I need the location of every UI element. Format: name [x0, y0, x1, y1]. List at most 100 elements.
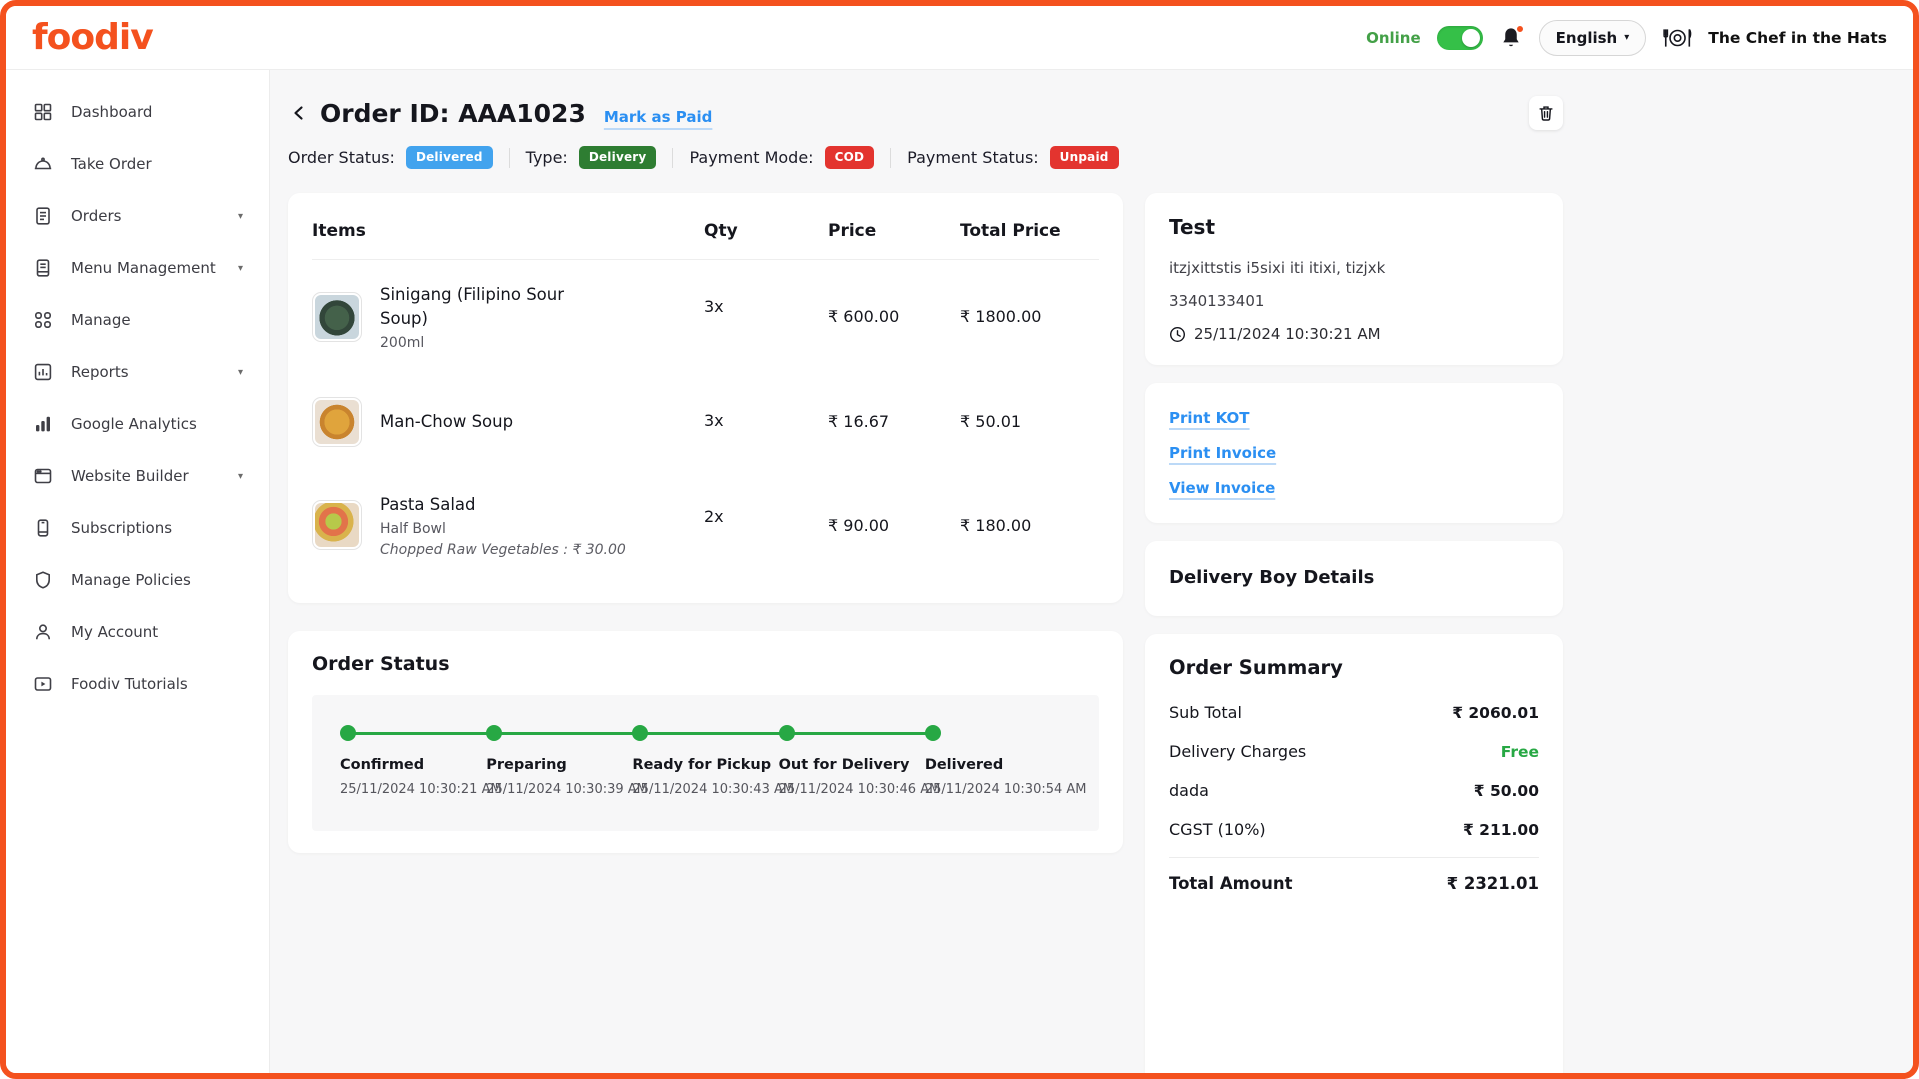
- brand-logo[interactable]: foodiv: [32, 17, 154, 58]
- timeline-step-out-for-delivery: Out for Delivery 25/11/2024 10:30:46 AM: [778, 724, 940, 797]
- summary-row: Delivery Charges Free: [1169, 732, 1539, 771]
- main-content[interactable]: Order ID: AAA1023 Mark as Paid Order Sta…: [270, 70, 1913, 1073]
- top-header: foodiv Online English ▾ The Chef in the …: [6, 6, 1913, 70]
- menu-book-icon: [32, 257, 54, 279]
- customer-card: Test itzjxittstis i5sixi iti itixi, tizj…: [1145, 193, 1563, 365]
- page-head: Order ID: AAA1023 Mark as Paid: [288, 96, 1563, 130]
- sidebar-item-take-order[interactable]: Take Order: [6, 138, 269, 190]
- item-qty: 3x: [704, 410, 724, 430]
- sidebar-item-reports[interactable]: Reports ▾: [6, 346, 269, 398]
- sidebar-item-label: Subscriptions: [71, 519, 173, 537]
- order-status-badge: Delivered: [405, 146, 493, 169]
- invoice-actions-card: Print KOT Print Invoice View Invoice: [1145, 383, 1563, 523]
- step-time: 25/11/2024 10:30:54 AM: [924, 781, 1087, 797]
- sidebar-item-label: Foodiv Tutorials: [71, 675, 188, 693]
- sidebar-item-foodiv-tutorials[interactable]: Foodiv Tutorials: [6, 658, 269, 710]
- subscription-icon: [32, 517, 54, 539]
- col-price: Price: [828, 221, 877, 241]
- col-qty: Qty: [704, 221, 738, 241]
- analytics-bars-icon: [32, 413, 54, 435]
- item-name: Man-Chow Soup: [380, 411, 514, 431]
- step-label: Ready for Pickup: [632, 756, 772, 773]
- payment-status-label: Payment Status:: [907, 148, 1039, 167]
- summary-label: Delivery Charges: [1169, 742, 1307, 761]
- summary-row: Sub Total ₹ 2060.01: [1169, 693, 1539, 732]
- order-type-badge: Delivery: [578, 146, 657, 169]
- step-time: 25/11/2024 10:30:43 AM: [632, 781, 795, 797]
- sidebar-item-manage[interactable]: Manage: [6, 294, 269, 346]
- item-qty: 2x: [704, 506, 724, 526]
- page-title: Order ID: AAA1023: [320, 98, 586, 128]
- sidebar-item-manage-policies[interactable]: Manage Policies: [6, 554, 269, 606]
- separator: [672, 147, 674, 168]
- mark-as-paid-link[interactable]: Mark as Paid: [604, 108, 713, 126]
- restaurant-icon: [1662, 26, 1692, 50]
- sidebar-item-label: Take Order: [71, 155, 152, 173]
- shield-icon: [32, 569, 54, 591]
- app-window: foodiv Online English ▾ The Chef in the …: [0, 0, 1919, 1079]
- item-variant: Half Bowl: [380, 520, 446, 537]
- sidebar-item-orders[interactable]: Orders ▾: [6, 190, 269, 242]
- view-invoice-link[interactable]: View Invoice: [1169, 479, 1275, 497]
- sidebar-item-menu-management[interactable]: Menu Management ▾: [6, 242, 269, 294]
- customer-name: Test: [1169, 215, 1216, 239]
- payment-status-badge: Unpaid: [1049, 146, 1119, 169]
- item-variant: 200ml: [380, 334, 425, 351]
- online-toggle[interactable]: [1436, 25, 1483, 50]
- item-price: ₹ 16.67: [828, 412, 890, 432]
- dashboard-icon: [32, 101, 54, 123]
- timeline-step-delivered: Delivered 25/11/2024 10:30:54 AM: [924, 724, 1087, 797]
- sidebar-item-subscriptions[interactable]: Subscriptions: [6, 502, 269, 554]
- orders-icon: [32, 205, 54, 227]
- language-label: English: [1555, 28, 1618, 47]
- manage-grid-icon: [32, 309, 54, 331]
- step-label: Confirmed: [340, 756, 425, 773]
- back-button[interactable]: [288, 102, 310, 124]
- item-price: ₹ 90.00: [828, 515, 890, 535]
- online-status-label: Online: [1366, 28, 1421, 47]
- trash-icon: [1539, 106, 1553, 121]
- sidebar-item-label: Dashboard: [71, 103, 153, 121]
- table-row: Man-Chow Soup 3x ₹ 16.67 ₹ 50.01: [312, 374, 1099, 470]
- sidebar-item-label: Orders: [71, 207, 122, 225]
- item-thumbnail: [312, 396, 362, 447]
- summary-label: Sub Total: [1169, 703, 1242, 722]
- summary-label: CGST (10%): [1169, 820, 1266, 839]
- sidebar-item-website-builder[interactable]: Website Builder ▾: [6, 450, 269, 502]
- order-status-title: Order Status: [312, 652, 450, 675]
- separator: [890, 147, 892, 168]
- notification-dot: [1515, 24, 1524, 33]
- summary-value-free: Free: [1500, 742, 1539, 761]
- sidebar: Dashboard Take Order Orders ▾ Menu Manag…: [6, 70, 270, 1073]
- delivery-boy-title: Delivery Boy Details: [1169, 567, 1375, 588]
- tutorials-play-icon: [32, 673, 54, 695]
- order-timeline: Confirmed 25/11/2024 10:30:21 AM Prepari…: [312, 694, 1099, 831]
- user-icon: [32, 621, 54, 643]
- sidebar-item-dashboard[interactable]: Dashboard: [6, 86, 269, 138]
- notification-bell-icon[interactable]: [1499, 24, 1524, 50]
- item-total: ₹ 180.00: [960, 515, 1032, 535]
- item-thumbnail: [312, 500, 362, 551]
- step-label: Delivered: [924, 756, 1004, 773]
- timeline-dot: [340, 724, 356, 741]
- timeline-dot: [632, 724, 649, 741]
- header-actions: Online English ▾ The Chef in the Hats: [1366, 19, 1887, 56]
- chevron-down-icon: ▾: [1624, 31, 1630, 43]
- total-amount-value: ₹ 2321.01: [1446, 874, 1539, 893]
- timeline-step-ready-for-pickup: Ready for Pickup 25/11/2024 10:30:43 AM: [632, 724, 795, 797]
- print-invoice-link[interactable]: Print Invoice: [1169, 444, 1276, 462]
- order-summary-title: Order Summary: [1169, 656, 1343, 679]
- item-qty: 3x: [704, 297, 724, 316]
- col-total-price: Total Price: [960, 221, 1061, 241]
- delete-order-button[interactable]: [1529, 96, 1563, 130]
- items-card: Items Qty Price Total Price Sinigang (Fi…: [288, 193, 1123, 603]
- language-dropdown[interactable]: English ▾: [1538, 19, 1647, 56]
- toggle-knob: [1461, 28, 1480, 47]
- sidebar-item-my-account[interactable]: My Account: [6, 606, 269, 658]
- sidebar-item-label: Manage Policies: [71, 571, 191, 589]
- browser-icon: [32, 465, 54, 487]
- print-kot-link[interactable]: Print KOT: [1169, 409, 1250, 427]
- sidebar-item-label: Google Analytics: [71, 415, 197, 433]
- sidebar-item-google-analytics[interactable]: Google Analytics: [6, 398, 269, 450]
- item-note: Chopped Raw Vegetables : ₹ 30.00: [380, 541, 626, 558]
